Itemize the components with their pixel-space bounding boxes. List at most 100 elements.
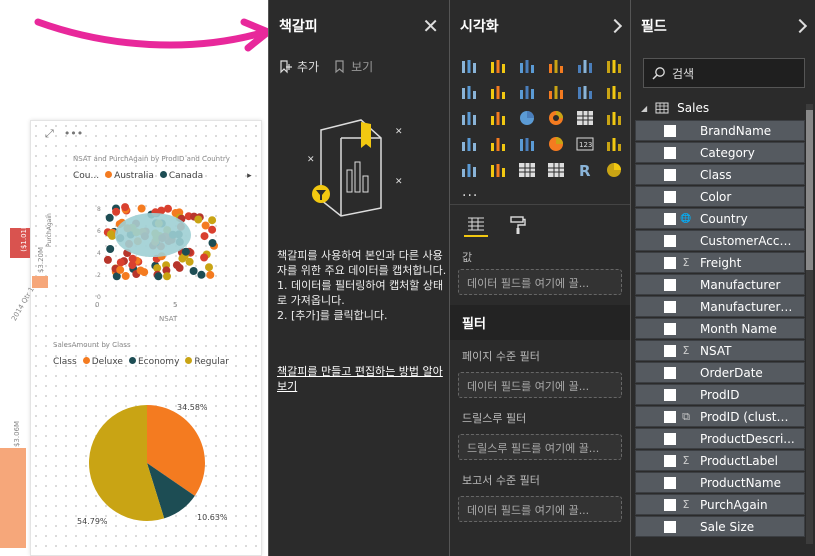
stacked-column-visual-icon[interactable]	[487, 56, 509, 76]
scatter-point[interactable]	[121, 203, 130, 212]
report-canvas[interactable]: ⤢ ••• NSAT and PurchAgain by ProdID and …	[0, 0, 268, 556]
field-item[interactable]: Category	[635, 142, 805, 163]
100-bar-visual-icon[interactable]	[574, 56, 596, 76]
scatter-point[interactable]	[163, 272, 171, 281]
line-column-visual-icon[interactable]	[545, 82, 567, 102]
field-checkbox[interactable]	[664, 410, 676, 423]
field-checkbox[interactable]	[664, 520, 676, 533]
scatter-point[interactable]	[208, 239, 217, 247]
pie-visual-icon[interactable]	[516, 108, 538, 128]
multirow-card-visual-icon[interactable]	[458, 160, 480, 180]
line-visual-icon[interactable]	[458, 82, 480, 102]
funnel-visual-icon[interactable]	[516, 134, 538, 154]
field-checkbox[interactable]	[664, 300, 676, 313]
field-checkbox[interactable]	[664, 278, 676, 291]
filled-map-visual-icon[interactable]	[458, 134, 480, 154]
100-column-visual-icon[interactable]	[603, 56, 625, 76]
treemap-visual-icon[interactable]	[574, 108, 596, 128]
report-page[interactable]: ⤢ ••• NSAT and PurchAgain by ProdID and …	[30, 120, 262, 556]
field-checkbox[interactable]	[664, 388, 676, 401]
globe-visual-icon[interactable]	[603, 160, 625, 180]
field-checkbox[interactable]	[664, 212, 676, 225]
clustered-column-visual-icon[interactable]	[545, 56, 567, 76]
donut-visual-icon[interactable]	[545, 108, 567, 128]
scatter-point[interactable]	[106, 230, 115, 239]
field-item[interactable]: Manufacturer	[635, 274, 805, 295]
format-roller-icon[interactable]	[506, 213, 530, 237]
scatter-point[interactable]	[116, 265, 125, 274]
field-item[interactable]: CustomerAcco...	[635, 230, 805, 251]
field-item[interactable]: Manufacturer ...	[635, 296, 805, 317]
area-visual-icon[interactable]	[487, 82, 509, 102]
field-checkbox[interactable]	[664, 366, 676, 379]
kpi-visual-icon[interactable]	[603, 134, 625, 154]
stacked-area-visual-icon[interactable]	[516, 82, 538, 102]
field-item[interactable]: Σ PurchAgain	[635, 494, 805, 515]
slicer-visual-icon[interactable]	[487, 160, 509, 180]
report-filters-drop-well[interactable]: 데이터 필드를 여기에 끌...	[458, 496, 622, 522]
scatter-point[interactable]	[121, 272, 130, 280]
field-checkbox[interactable]	[664, 344, 676, 357]
field-item[interactable]: Σ ProductLabel	[635, 450, 805, 471]
scatter-point[interactable]	[200, 253, 209, 262]
scatter-point[interactable]	[185, 257, 194, 266]
field-item[interactable]: ProdID	[635, 384, 805, 405]
gauge-visual-icon[interactable]	[545, 134, 567, 154]
scatter-point[interactable]	[201, 221, 210, 230]
scatter-point[interactable]	[106, 245, 115, 253]
side-bar-positive[interactable]	[32, 276, 48, 288]
field-checkbox[interactable]	[664, 322, 676, 335]
legend-item-deluxe[interactable]: Deluxe	[82, 357, 123, 367]
field-item[interactable]: Color	[635, 186, 805, 207]
scatter-point[interactable]	[116, 258, 125, 267]
scatter-point[interactable]	[206, 270, 215, 279]
field-item[interactable]: BrandName	[635, 120, 805, 141]
shape-map-visual-icon[interactable]	[487, 134, 509, 154]
add-bookmark-button[interactable]: 추가	[279, 58, 319, 75]
scatter-point[interactable]	[105, 213, 114, 222]
field-checkbox[interactable]	[664, 146, 676, 159]
expand-triangle-icon[interactable]: ◢	[641, 104, 647, 113]
table-visual-icon[interactable]	[516, 160, 538, 180]
field-item[interactable]: ProductDescri...	[635, 428, 805, 449]
field-item[interactable]: OrderDate	[635, 362, 805, 383]
field-item[interactable]: Class	[635, 164, 805, 185]
legend-item-canada[interactable]: Canada	[159, 171, 203, 181]
field-item[interactable]: ProductName	[635, 472, 805, 493]
legend-item-economy[interactable]: Economy	[128, 357, 179, 367]
scatter-point[interactable]	[164, 204, 172, 213]
scatter-point[interactable]	[205, 263, 213, 272]
scatter-point[interactable]	[208, 216, 217, 225]
drillthrough-drop-well[interactable]: 드릴스루 필드를 여기에 끌...	[458, 434, 622, 460]
field-checkbox[interactable]	[664, 190, 676, 203]
field-checkbox[interactable]	[664, 168, 676, 181]
fields-search-input[interactable]: 검색	[643, 58, 805, 88]
scatter-point[interactable]	[103, 255, 112, 264]
field-checkbox[interactable]	[664, 124, 676, 137]
page-filters-drop-well[interactable]: 데이터 필드를 여기에 끌...	[458, 372, 622, 398]
card-visual-icon[interactable]: 123	[574, 134, 596, 154]
table-sales[interactable]: ◢ Sales	[631, 100, 815, 116]
stacked-bar-visual-icon[interactable]	[458, 56, 480, 76]
field-item[interactable]: ⧉ ProdID (clusters)	[635, 406, 805, 427]
field-item[interactable]: Month Name	[635, 318, 805, 339]
field-checkbox[interactable]	[664, 498, 676, 511]
legend-item-regular[interactable]: Regular	[185, 357, 229, 367]
focus-mode-icon[interactable]: ⤢	[45, 127, 54, 141]
scatter-point[interactable]	[128, 254, 137, 263]
field-checkbox[interactable]	[664, 256, 676, 269]
scatter-point[interactable]	[137, 204, 146, 213]
map-visual-icon[interactable]	[603, 108, 625, 128]
scatter-point[interactable]	[181, 247, 190, 256]
more-options-icon[interactable]: •••	[64, 127, 83, 141]
field-checkbox[interactable]	[664, 234, 676, 247]
matrix-visual-icon[interactable]	[545, 160, 567, 180]
collapse-chevron-icon[interactable]	[792, 18, 808, 34]
side-bar-lower[interactable]	[0, 448, 26, 548]
fields-tab-icon[interactable]	[464, 213, 488, 237]
clustered-bar-visual-icon[interactable]	[516, 56, 538, 76]
scatter-point[interactable]	[189, 267, 198, 275]
collapse-chevron-icon[interactable]	[607, 18, 623, 34]
field-checkbox[interactable]	[664, 454, 676, 467]
legend-next-icon[interactable]: ▸	[247, 171, 252, 181]
